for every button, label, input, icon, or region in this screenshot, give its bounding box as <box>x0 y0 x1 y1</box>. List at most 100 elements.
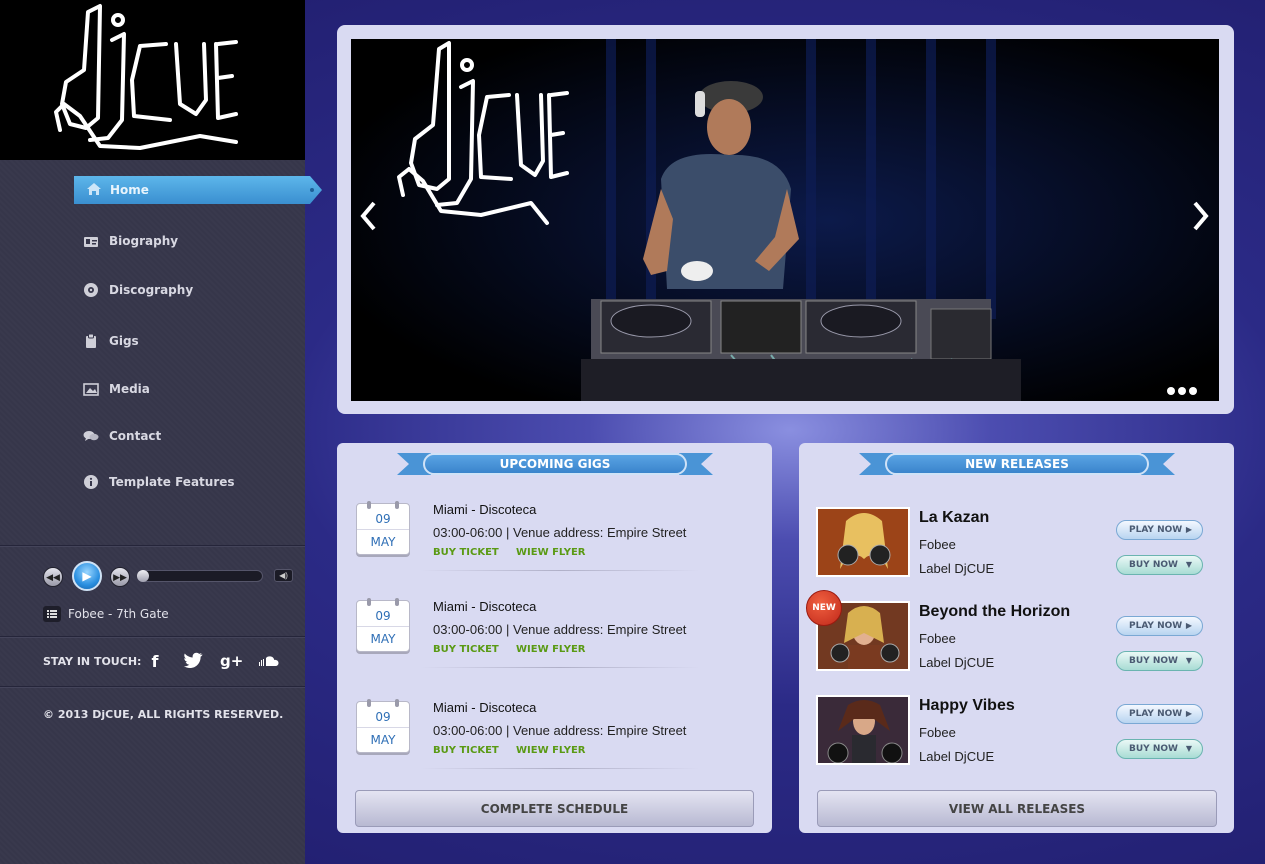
now-playing-track: Fobee - 7th Gate <box>68 607 169 621</box>
release-cover[interactable] <box>816 507 910 577</box>
gig-month: MAY <box>370 733 396 747</box>
buy-now-label: BUY NOW <box>1129 560 1178 570</box>
gig-day: 09 <box>375 609 391 623</box>
chat-bubbles-icon <box>82 428 100 444</box>
gig-info: 03:00-06:00 | Venue address: Empire Stre… <box>433 723 687 738</box>
slider-pagination[interactable] <box>1166 383 1198 401</box>
djcue-logo <box>54 4 238 150</box>
release-title: La Kazan <box>919 509 990 526</box>
id-card-icon <box>82 233 100 249</box>
active-dot <box>310 188 314 192</box>
play-arrow-icon: ▶ <box>1185 709 1192 718</box>
image-icon <box>82 381 100 397</box>
chevron-right-icon <box>1193 201 1209 231</box>
volume-button[interactable]: ◀) <box>274 569 293 582</box>
disc-icon <box>82 282 100 298</box>
view-all-releases-button[interactable]: VIEW ALL RELEASES <box>817 790 1217 827</box>
progress-bar[interactable] <box>137 570 263 582</box>
nav-label: Biography <box>109 234 179 248</box>
nav-item-gigs[interactable]: Gigs <box>82 329 139 353</box>
play-now-label: PLAY NOW <box>1129 621 1183 631</box>
nav-label: Contact <box>109 429 162 443</box>
nav-item-template-features[interactable]: Template Features <box>82 470 235 494</box>
gig-info: 03:00-06:00 | Venue address: Empire Stre… <box>433 622 687 637</box>
releases-heading: NEW RELEASES <box>885 453 1149 475</box>
nav-label: Media <box>109 382 150 396</box>
buy-now-button[interactable]: BUY NOW ▼ <box>1116 739 1203 759</box>
view-flyer-link[interactable]: WIEW FLYER <box>516 547 586 558</box>
nav-item-contact[interactable]: Contact <box>82 424 161 448</box>
gig-date-card: 09 MAY <box>356 598 410 652</box>
forward-button[interactable]: ▶▶ <box>110 567 130 587</box>
nav-item-discography[interactable]: Discography <box>82 278 193 302</box>
slider-prev-button[interactable] <box>358 200 378 241</box>
buy-ticket-link[interactable]: BUY TICKET <box>433 644 499 655</box>
buy-ticket-link[interactable]: BUY TICKET <box>433 745 499 756</box>
rewind-icon: ◀◀ <box>46 571 60 582</box>
release-cover[interactable] <box>816 695 910 765</box>
download-arrow-icon: ▼ <box>1185 744 1192 753</box>
gig-month: MAY <box>370 535 396 549</box>
release-artist: Fobee <box>919 725 956 740</box>
chevron-left-icon <box>360 201 376 231</box>
gig-month: MAY <box>370 632 396 646</box>
sidebar: Home Biography Discography Gigs Media Co… <box>0 0 322 864</box>
release-title: Beyond the Horizon <box>919 603 1071 620</box>
volume-icon: ◀) <box>279 571 288 580</box>
divider <box>0 636 305 638</box>
nav-label: Discography <box>109 283 194 297</box>
hero-image <box>351 39 1219 401</box>
copyright: © 2013 DjCUE, ALL RIGHTS RESERVED. <box>43 708 284 721</box>
divider <box>0 686 305 688</box>
release-title: Happy Vibes <box>919 697 1015 714</box>
google-plus-icon[interactable]: g+ <box>220 652 243 670</box>
play-now-button[interactable]: PLAY NOW ▶ <box>1116 704 1203 724</box>
soundcloud-icon[interactable] <box>258 652 280 671</box>
social-label: STAY IN TOUCH: <box>43 655 142 668</box>
complete-schedule-button[interactable]: COMPLETE SCHEDULE <box>355 790 754 827</box>
twitter-icon[interactable] <box>182 652 204 672</box>
release-artist: Fobee <box>919 631 956 646</box>
buy-now-button[interactable]: BUY NOW ▼ <box>1116 651 1203 671</box>
nav-label: Template Features <box>109 475 235 489</box>
gig-title: Miami - Discoteca <box>433 502 537 517</box>
forward-icon: ▶▶ <box>113 571 127 582</box>
download-arrow-icon: ▼ <box>1185 656 1192 665</box>
info-icon <box>82 474 100 490</box>
slider-next-button[interactable] <box>1191 200 1211 241</box>
view-flyer-link[interactable]: WIEW FLYER <box>516 644 586 655</box>
progress-knob[interactable] <box>137 570 149 582</box>
nav-item-media[interactable]: Media <box>82 377 150 401</box>
nav-item-biography[interactable]: Biography <box>82 229 178 253</box>
dj-photo <box>351 39 1219 401</box>
divider <box>420 570 700 571</box>
gig-date-card: 09 MAY <box>356 501 410 555</box>
logo[interactable] <box>0 0 305 160</box>
divider <box>420 768 700 769</box>
download-arrow-icon: ▼ <box>1185 560 1192 569</box>
gig-title: Miami - Discoteca <box>433 599 537 614</box>
gig-date-card: 09 MAY <box>356 699 410 753</box>
playlist-icon[interactable] <box>43 606 61 622</box>
releases-heading-ribbon: NEW RELEASES <box>859 453 1175 475</box>
release-label: Label DjCUE <box>919 655 995 670</box>
clipboard-icon <box>82 333 100 349</box>
play-arrow-icon: ▶ <box>1185 525 1192 534</box>
buy-ticket-link[interactable]: BUY TICKET <box>433 547 499 558</box>
view-flyer-link[interactable]: WIEW FLYER <box>516 745 586 756</box>
release-artist: Fobee <box>919 537 956 552</box>
gig-day: 09 <box>375 710 391 724</box>
buy-now-button[interactable]: BUY NOW ▼ <box>1116 555 1203 575</box>
play-now-label: PLAY NOW <box>1129 525 1183 535</box>
rewind-button[interactable]: ◀◀ <box>43 567 63 587</box>
gig-info: 03:00-06:00 | Venue address: Empire Stre… <box>433 525 687 540</box>
play-now-button[interactable]: PLAY NOW ▶ <box>1116 520 1203 540</box>
nav-item-home[interactable]: Home <box>74 176 322 204</box>
gigs-heading-ribbon: UPCOMING GIGS <box>397 453 713 475</box>
divider <box>0 545 305 547</box>
release-label: Label DjCUE <box>919 561 995 576</box>
facebook-icon[interactable]: f <box>144 652 166 671</box>
play-now-button[interactable]: PLAY NOW ▶ <box>1116 616 1203 636</box>
gig-title: Miami - Discoteca <box>433 700 537 715</box>
play-button[interactable]: ▶ <box>72 561 102 591</box>
